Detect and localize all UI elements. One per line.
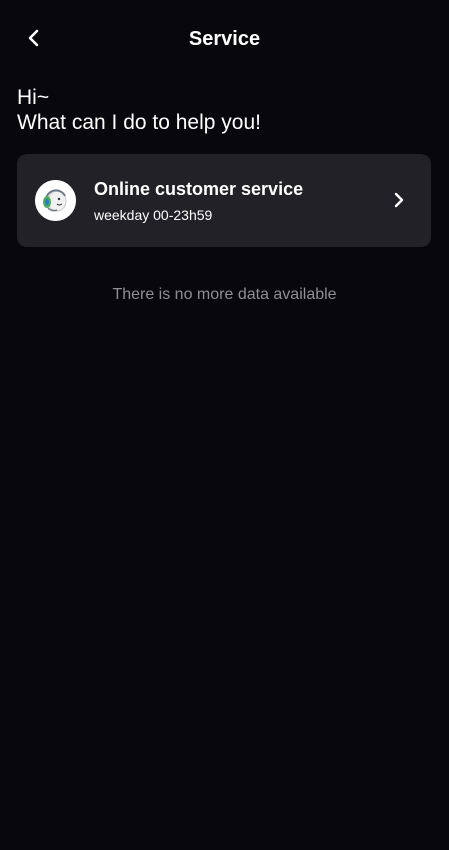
customer-service-headset-icon bbox=[35, 180, 76, 221]
greeting-line-hi: Hi~ bbox=[17, 86, 50, 109]
customer-service-avatar bbox=[35, 180, 76, 221]
page-title: Service bbox=[188, 28, 261, 50]
greeting-text: Hi~ What can I do to help you! bbox=[17, 85, 261, 135]
service-title: Online customer service bbox=[94, 179, 304, 199]
header-bar: Service bbox=[0, 0, 449, 76]
service-hours: weekday 00-23h59 bbox=[94, 207, 213, 223]
chevron-right-icon bbox=[394, 192, 404, 208]
online-customer-service-card[interactable]: Online customer service weekday 00-23h59 bbox=[17, 154, 431, 247]
no-more-data-message: There is no more data available bbox=[112, 286, 337, 303]
greeting-line-help: What can I do to help you! bbox=[17, 111, 261, 134]
